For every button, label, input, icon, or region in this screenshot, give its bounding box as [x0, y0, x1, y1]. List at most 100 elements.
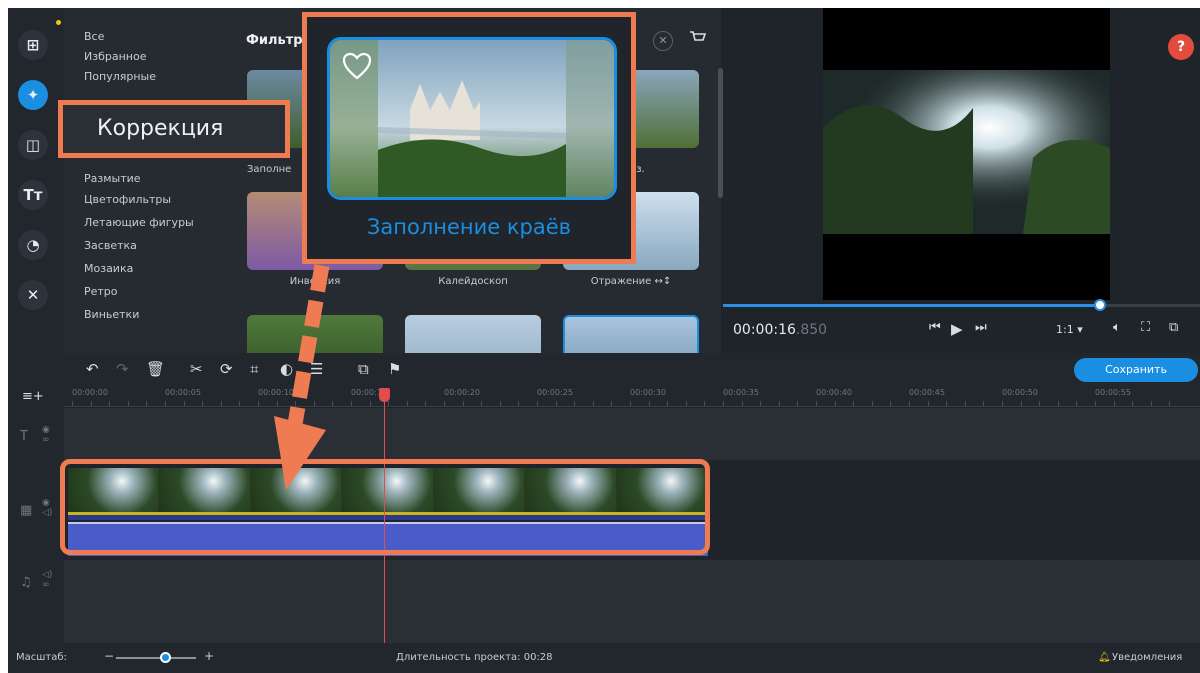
- category-blur[interactable]: Размытие: [84, 172, 141, 185]
- video-track-icon: ▦: [20, 503, 33, 518]
- zoom-slider-knob[interactable]: [160, 652, 171, 663]
- close-icon[interactable]: ✕: [653, 31, 673, 51]
- ruler-tick: [1002, 401, 1003, 406]
- ruler-tick: [258, 401, 259, 406]
- ruler-tick: [630, 401, 631, 406]
- marker-flag-icon[interactable]: ⚑: [388, 360, 401, 378]
- timeline-ruler[interactable]: 00:00:00 00:00:05 00:00:10 00:00:15 00:00:20…: [64, 385, 1200, 407]
- video-preview: [823, 8, 1110, 300]
- ruler-tick: [537, 401, 538, 406]
- ruler-tick: [797, 401, 799, 406]
- correction-callout: Коррекция: [58, 100, 290, 158]
- filter-categories: Все Избранное Популярные Размытие Цветоф…: [64, 8, 229, 353]
- ruler-tick: [499, 401, 501, 406]
- ruler-label: 00:00:55: [1095, 388, 1131, 397]
- add-media-icon[interactable]: ⊞: [18, 30, 48, 60]
- video-track-controls-icon[interactable]: ◉ ◁): [42, 498, 52, 518]
- ruler-tick: [909, 401, 910, 406]
- aspect-ratio-select[interactable]: 1:1 ▾: [1056, 323, 1083, 336]
- notifications-link[interactable]: Уведомления: [1112, 652, 1182, 663]
- bell-icon[interactable]: 🔔︎: [1098, 652, 1111, 663]
- category-vignettes[interactable]: Виньетки: [84, 308, 139, 321]
- delete-icon[interactable]: 🗑︎: [146, 360, 165, 378]
- ruler-tick: [1095, 401, 1096, 406]
- edge-fill-zoom-card: Заполнение краёв: [302, 12, 636, 264]
- help-icon[interactable]: ?: [1168, 34, 1194, 60]
- category-all[interactable]: Все: [84, 30, 104, 43]
- filter-label-kaleidoscope: Калейдоскоп: [438, 276, 508, 287]
- tool-rail: ⊞ ✦ ◫ Tт ◔ ✕: [8, 8, 64, 353]
- heart-icon[interactable]: [342, 52, 372, 80]
- zoom-slider[interactable]: [116, 657, 196, 659]
- play-icon[interactable]: ▶: [951, 320, 963, 338]
- transitions-icon[interactable]: ◫: [18, 130, 48, 160]
- external-icon[interactable]: ⧉: [1169, 320, 1178, 335]
- category-retro[interactable]: Ретро: [84, 285, 118, 298]
- save-button[interactable]: Сохранить: [1074, 358, 1198, 382]
- magic-wand-icon[interactable]: ✦: [18, 80, 48, 110]
- music-track-icon: ♫: [20, 575, 32, 590]
- category-flying-shapes[interactable]: Летающие фигуры: [84, 216, 194, 229]
- title-track-visibility-icon[interactable]: ◉ ∞: [42, 425, 50, 445]
- ruler-tick: [704, 401, 706, 406]
- ruler-tick: [1076, 401, 1078, 406]
- zoom-out-icon[interactable]: −: [104, 649, 114, 663]
- add-track-icon[interactable]: ≡+: [22, 389, 44, 404]
- category-popular[interactable]: Популярные: [84, 70, 156, 83]
- titles-icon[interactable]: Tт: [18, 180, 48, 210]
- progress-knob[interactable]: [1093, 299, 1106, 311]
- playback-progress[interactable]: [723, 299, 1200, 311]
- undo-icon[interactable]: ↶: [86, 360, 99, 378]
- category-light-leaks[interactable]: Засветка: [84, 239, 137, 252]
- track-headers: ≡+ T ◉ ∞ ▦ ◉ ◁) ♫ ◁) ∞: [8, 385, 64, 643]
- redo-icon[interactable]: ↷: [116, 360, 129, 378]
- fullscreen-icon[interactable]: ⛶: [1141, 320, 1150, 335]
- music-track[interactable]: [64, 560, 1200, 643]
- ruler-tick: [890, 401, 892, 406]
- filter-label-mirror: Отражение ↔↕: [590, 276, 672, 287]
- cut-icon[interactable]: ✂: [190, 360, 203, 378]
- ruler-tick: [667, 401, 669, 406]
- tools-icon[interactable]: ✕: [18, 280, 48, 310]
- ruler-tick: [183, 401, 185, 406]
- next-frame-icon[interactable]: ⏭: [975, 320, 987, 335]
- ruler-label: 00:00:00: [72, 388, 108, 397]
- music-track-controls-icon[interactable]: ◁) ∞: [42, 570, 52, 590]
- ruler-label: 00:00:40: [816, 388, 852, 397]
- ruler-tick: [406, 401, 408, 406]
- title-track[interactable]: [64, 408, 1200, 460]
- zoom-in-icon[interactable]: +: [204, 649, 214, 663]
- crop-icon[interactable]: ⌗: [250, 360, 258, 378]
- ruler-tick: [1169, 401, 1171, 406]
- ruler-tick: [927, 401, 929, 406]
- ruler-tick: [871, 401, 873, 406]
- ruler-tick: [1057, 401, 1059, 406]
- progress-fill: [723, 304, 1100, 307]
- ruler-tick: [834, 401, 836, 406]
- ruler-tick: [127, 401, 129, 406]
- ruler-tick: [1150, 401, 1152, 406]
- ruler-tick: [109, 401, 111, 406]
- ruler-tick: [165, 401, 166, 406]
- ruler-label: 00:00:45: [909, 388, 945, 397]
- ruler-tick: [853, 401, 855, 406]
- castle-image: [330, 40, 614, 197]
- ruler-tick: [1020, 401, 1022, 406]
- edge-fill-preview[interactable]: [327, 37, 617, 200]
- category-mosaic[interactable]: Мозаика: [84, 262, 133, 275]
- prev-frame-icon[interactable]: ⏮: [929, 320, 941, 335]
- stickers-icon[interactable]: ◔: [18, 230, 48, 260]
- rotate-icon[interactable]: ⟳: [220, 360, 233, 378]
- ruler-tick: [220, 401, 222, 406]
- category-favorites[interactable]: Избранное: [84, 50, 146, 63]
- playhead-handle[interactable]: [379, 388, 390, 402]
- ruler-tick: [741, 401, 743, 406]
- volume-icon[interactable]: 🔈︎: [1113, 320, 1121, 335]
- ruler-tick: [518, 401, 520, 406]
- cart-icon[interactable]: [687, 28, 707, 48]
- ruler-tick: [388, 401, 390, 406]
- ruler-tick: [72, 401, 73, 406]
- category-color-filters[interactable]: Цветофильтры: [84, 193, 171, 206]
- status-bar: Масштаб: − + Длительность проекта: 00:28…: [8, 643, 1200, 673]
- ruler-tick: [1132, 401, 1134, 406]
